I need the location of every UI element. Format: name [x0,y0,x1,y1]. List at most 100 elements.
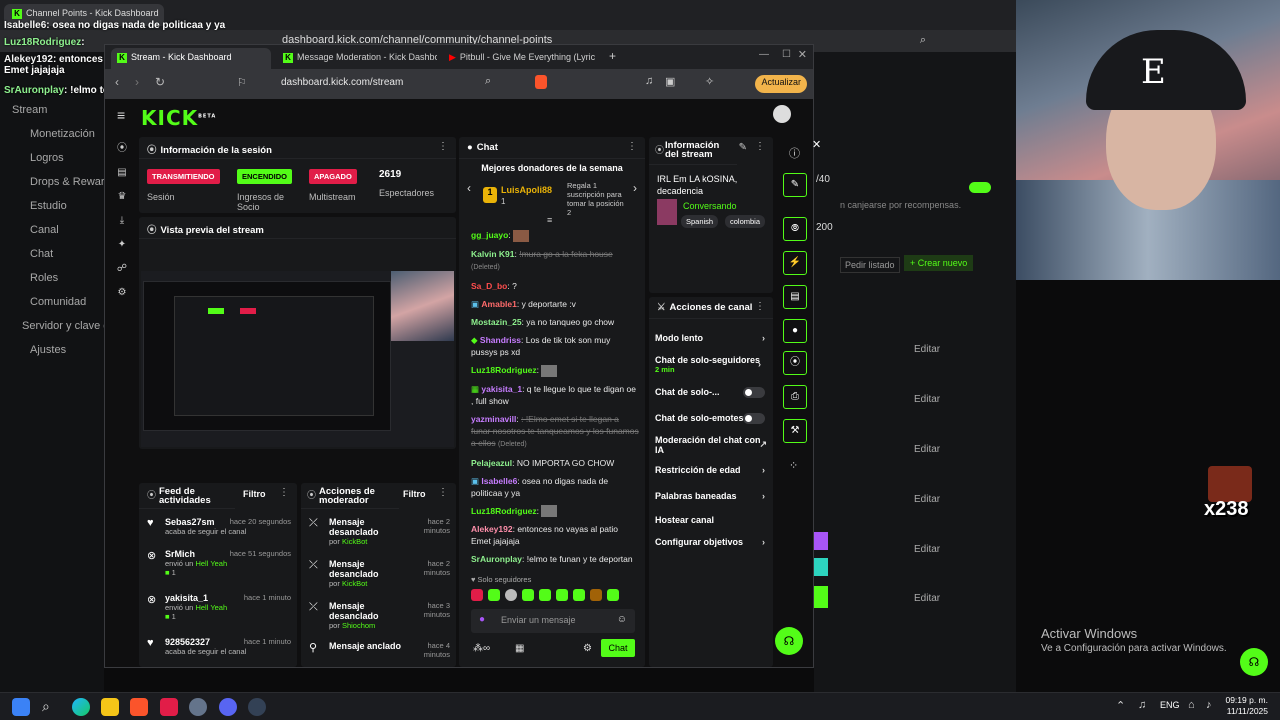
more-apps-icon[interactable]: ⁘ [789,459,798,472]
next-arrow-icon[interactable]: › [633,181,637,195]
bg-sidebar-item[interactable]: Monetización [30,128,95,140]
windows-start-icon[interactable] [12,698,30,716]
language-indicator[interactable]: ENG [1160,700,1180,710]
more-icon[interactable]: ⋮ [438,141,448,152]
bg-sidebar-item[interactable]: Logros [30,152,64,164]
print-button[interactable]: ⎙ [783,385,807,409]
brave-shield-icon[interactable] [535,75,547,89]
bg-sidebar-item[interactable]: Canal [30,224,59,236]
more-icon[interactable]: ⋮ [627,141,637,152]
obs-icon[interactable] [248,698,266,716]
toggle-switch[interactable] [743,413,765,424]
tray-chevron-icon[interactable]: ⌃ [1116,699,1125,712]
bg-sidebar-item[interactable]: Estudio [30,200,67,212]
bg-toggle[interactable] [969,182,991,193]
prev-arrow-icon[interactable]: ‹ [467,181,471,195]
info-icon[interactable]: ⓘ [789,145,800,161]
mic-icon[interactable]: ♫ [1138,699,1146,711]
emote-icon[interactable] [505,589,517,601]
action-slow-mode[interactable]: Modo lento › [655,333,765,343]
emoji-icon[interactable]: ☺ [617,614,627,625]
clips-button[interactable]: ⦾ [783,217,807,241]
brave-icon[interactable] [130,698,148,716]
bg-pedir-button[interactable]: Pedir listado [840,257,900,273]
tab-message-moderation[interactable]: K Message Moderation - Kick Dashboa [277,48,437,69]
donor-name[interactable]: LuisApoli88 [501,185,552,195]
edit-icon[interactable]: ✎ [739,142,747,153]
network-icon[interactable]: ⌂ [1188,699,1195,711]
emote-icon[interactable] [607,589,619,601]
tab-stream[interactable]: K Stream - Kick Dashboard [111,48,271,69]
action-goals[interactable]: Configurar objetivos › [655,537,765,547]
zoom-icon[interactable]: ⌕ [920,34,926,47]
support-button[interactable]: ☊ [775,627,803,655]
bookmark-icon[interactable]: ⚐ [237,76,247,89]
chat-settings-icon[interactable]: ⚙ [583,643,592,654]
bg-edit-button[interactable]: Editar [914,444,940,455]
forward-icon[interactable]: › [135,75,139,89]
emote-icon[interactable] [573,589,585,601]
file-explorer-icon[interactable] [101,698,119,716]
chat-input[interactable]: ● Enviar un mensaje ☺ [471,609,635,633]
action-age-restriction[interactable]: Restricción de edad › [655,465,765,475]
emote-icon[interactable] [590,589,602,601]
url-field[interactable]: dashboard.kick.com/stream [281,77,403,88]
close-window-icon[interactable]: ✕ [798,48,807,61]
bg-sidebar-item[interactable]: Comunidad [30,296,86,308]
action-banned-words[interactable]: Palabras baneadas › [655,491,765,501]
bg-sidebar-item[interactable]: Servidor y clave de [22,320,116,332]
clock-date[interactable]: 11/11/2025 [1224,706,1268,716]
broadcast-button[interactable]: ⦿ [783,351,807,375]
mic-icon[interactable]: ● [479,614,485,625]
support-button[interactable]: ☊ [1240,648,1268,676]
more-icon[interactable]: ⋮ [279,487,289,498]
emote-icon[interactable] [522,589,534,601]
sidebar-toggle-icon[interactable]: ▣ [665,75,675,88]
volume-icon[interactable]: ♪ [1206,699,1212,711]
music-icon[interactable]: ♫ [645,75,653,87]
app-icon[interactable] [160,698,178,716]
monitor-icon[interactable]: ▤ [114,165,130,181]
discord-icon[interactable] [219,698,237,716]
toggle-switch[interactable] [743,387,765,398]
update-button[interactable]: Actualizar [755,75,807,93]
notes-button[interactable]: ▤ [783,285,807,309]
more-icon[interactable]: ⋮ [755,301,765,312]
action-host-channel[interactable]: Hostear canal [655,515,765,525]
bg-edit-button[interactable]: Editar [914,344,940,355]
kick-logo[interactable]: KICKBETA [141,106,216,130]
stream-preview[interactable] [141,271,454,447]
settings-icon[interactable] [189,698,207,716]
clock-time[interactable]: 09:19 p. m. [1224,695,1268,705]
emote-icon[interactable] [556,589,568,601]
emote-icon[interactable] [539,589,551,601]
points-icon[interactable]: ⁂∞ [473,643,490,654]
back-icon[interactable]: ‹ [115,75,119,89]
more-icon[interactable]: ⋮ [438,487,448,498]
bg-edit-button[interactable]: Editar [914,593,940,604]
raid-button[interactable]: ⚡ [783,251,807,275]
bg-sidebar-item[interactable]: Chat [30,248,53,260]
bg-edit-button[interactable]: Editar [914,394,940,405]
extensions-icon[interactable]: ✧ [705,75,714,88]
menu-icon[interactable]: ≡ [117,107,125,123]
trophy-icon[interactable]: ♛ [114,189,130,205]
broadcast-icon[interactable]: ⦿ [114,141,130,157]
emote-icon[interactable] [471,589,483,601]
reload-icon[interactable]: ↻ [155,75,165,89]
mod-filter-button[interactable]: Filtro [403,489,426,499]
bg-sidebar-item[interactable]: Ajustes [30,344,66,356]
store-icon[interactable]: ▦ [515,643,524,654]
studio-icon[interactable]: ✦ [114,237,130,253]
action-subs-only[interactable]: Chat de solo-... [655,387,765,398]
download-icon[interactable]: ⤓ [114,213,130,229]
bg-sidebar-item[interactable]: Stream [12,104,47,116]
edit-stream-button[interactable]: ✎ [783,173,807,197]
minimize-icon[interactable]: — [759,49,769,60]
category-link[interactable]: Conversando [683,201,737,211]
bg-edit-button[interactable]: Editar [914,494,940,505]
feed-filter-button[interactable]: Filtro [243,489,266,499]
tools-button[interactable]: ⚒ [783,419,807,443]
tag[interactable]: colombia [725,215,766,228]
collapse-icon[interactable]: ≡ [547,215,552,225]
